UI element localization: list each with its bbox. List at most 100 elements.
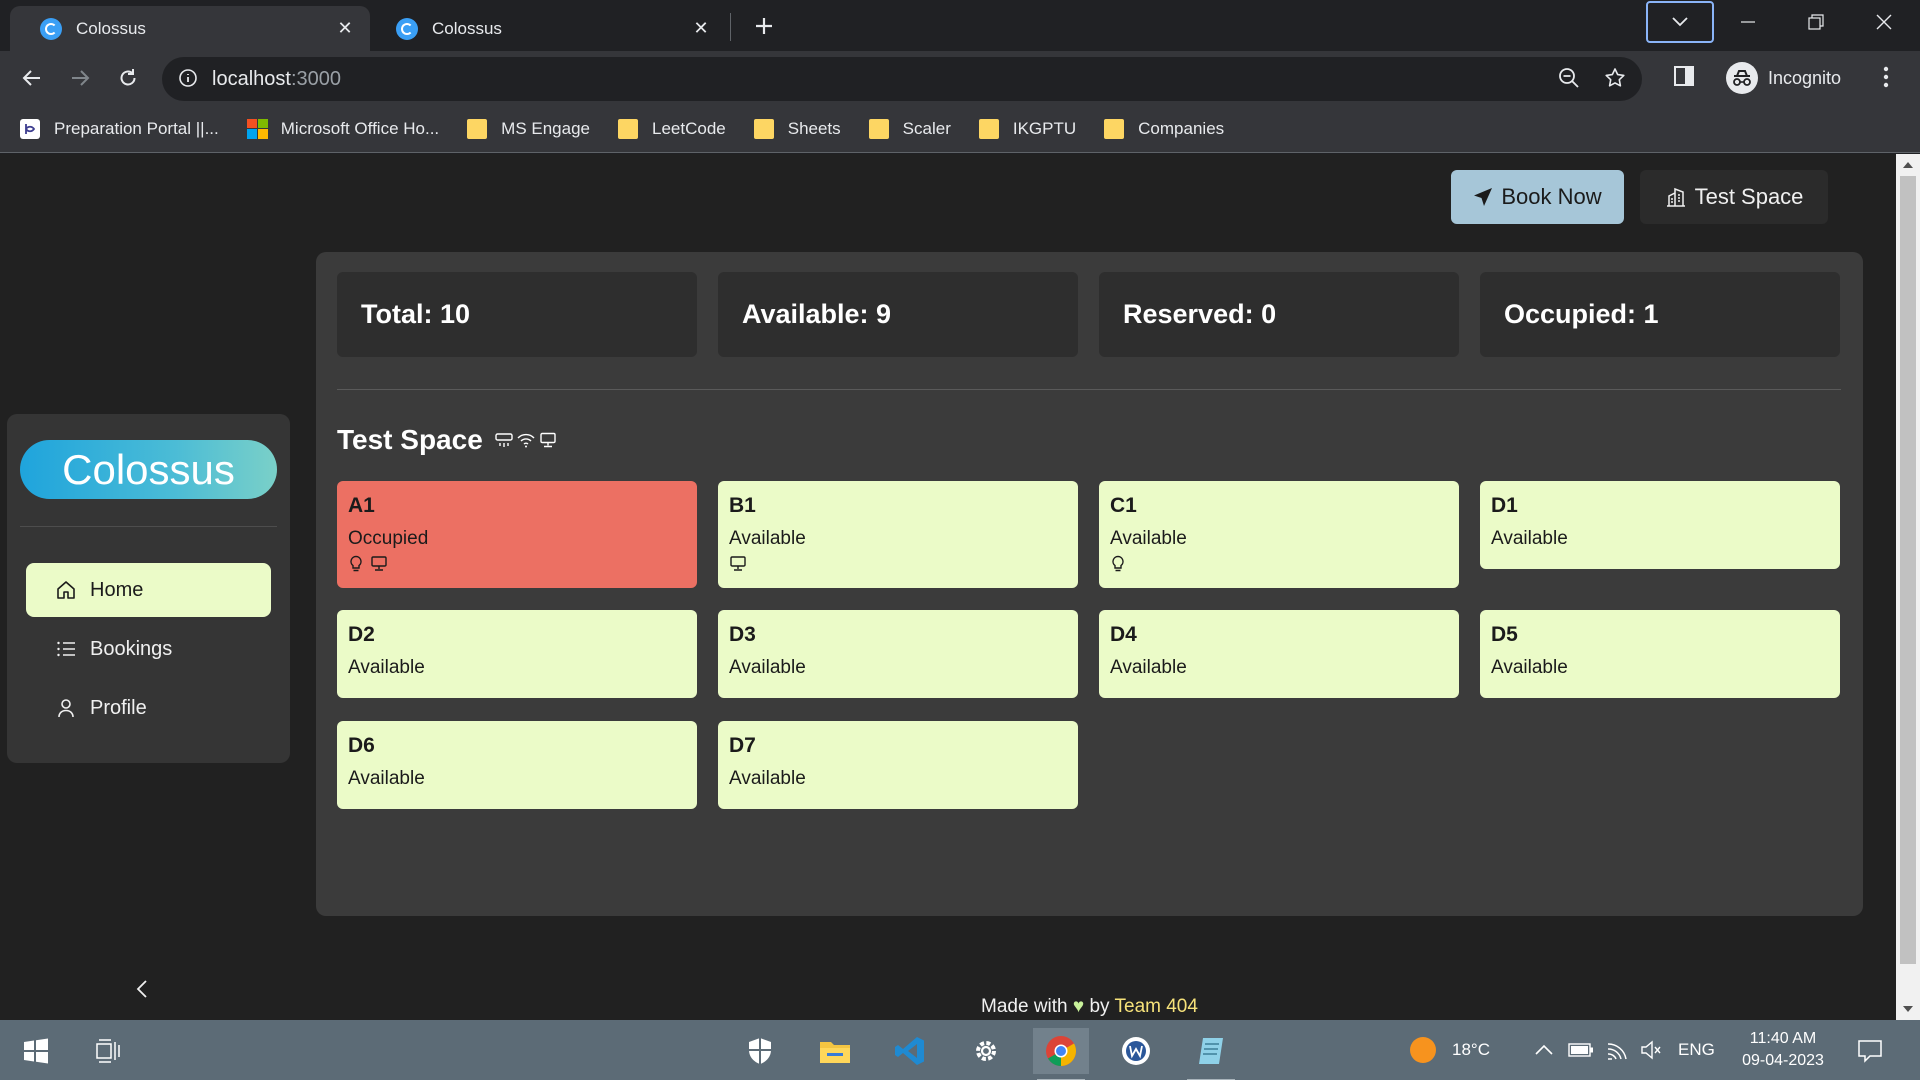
seat-name: D3: [729, 623, 756, 646]
forward-button[interactable]: [62, 60, 98, 96]
page-scrollbar[interactable]: [1896, 154, 1920, 1020]
list-icon: [57, 641, 75, 657]
word-circle-icon: [1122, 1037, 1150, 1065]
browser-chrome: Colossus ✕ Colossus ✕ localhost:3000 Inc…: [0, 0, 1920, 154]
sidebar-item-home[interactable]: Home: [26, 563, 271, 617]
bookmark-label: IKGPTU: [1012, 118, 1077, 138]
close-icon[interactable]: ✕: [690, 18, 712, 40]
task-view-button[interactable]: [80, 1028, 136, 1074]
bookmark-companies[interactable]: Companies: [1104, 118, 1224, 139]
sidebar-item-label: Bookings: [90, 637, 173, 660]
battery-icon[interactable]: [1568, 1042, 1594, 1058]
bookmark-microsoft-office[interactable]: Microsoft Office Ho...: [246, 118, 440, 139]
bookmark-leetcode[interactable]: LeetCode: [618, 118, 726, 139]
network-icon[interactable]: [1606, 1039, 1630, 1061]
taskbar-notes-app[interactable]: [1183, 1028, 1239, 1080]
seat-amenities: [348, 555, 697, 573]
footer-team-link[interactable]: Team 404: [1115, 996, 1198, 1017]
tab-separator: [730, 13, 731, 41]
taskbar-vscode[interactable]: [882, 1028, 938, 1074]
seat-card-d2[interactable]: D2 Available: [337, 610, 697, 698]
seat-status: Occupied: [348, 528, 429, 549]
back-button[interactable]: [14, 60, 50, 96]
arrow-right-icon: [72, 70, 90, 86]
wifi-icon: [517, 433, 535, 448]
seat-name: B1: [729, 494, 756, 517]
seat-card-b1[interactable]: B1 Available: [718, 481, 1078, 588]
scroll-down-arrow-icon[interactable]: [1903, 1006, 1913, 1012]
bookmark-preparation-portal[interactable]: Preparation Portal ||...: [20, 118, 219, 139]
input-language[interactable]: ENG: [1678, 1040, 1715, 1060]
bookmark-label: Microsoft Office Ho...: [280, 118, 440, 138]
sidebar-divider: [20, 526, 277, 527]
bookmark-scaler[interactable]: Scaler: [868, 118, 951, 139]
folder-icon: [820, 1042, 850, 1063]
side-panel-icon[interactable]: [1673, 65, 1695, 87]
test-space-button[interactable]: Test Space: [1640, 170, 1828, 224]
sidebar-item-profile[interactable]: Profile: [26, 681, 271, 735]
weather-temperature: 18°C: [1452, 1040, 1490, 1059]
seat-card-d6[interactable]: D6 Available: [337, 721, 697, 809]
sidebar: Colossus Home Bookings Profile: [7, 414, 290, 763]
volume-muted-icon[interactable]: [1640, 1040, 1662, 1060]
tab-search-button[interactable]: [1646, 1, 1714, 43]
restore-icon: [1808, 14, 1824, 30]
seat-card-d4[interactable]: D4 Available: [1099, 610, 1459, 698]
taskbar-settings[interactable]: [958, 1028, 1014, 1074]
seat-card-d5[interactable]: D5 Available: [1480, 610, 1840, 698]
seat-card-d3[interactable]: D3 Available: [718, 610, 1078, 698]
tab-colossus-1[interactable]: Colossus ✕: [10, 6, 370, 51]
seat-card-d7[interactable]: D7 Available: [718, 721, 1078, 809]
new-tab-button[interactable]: [748, 10, 780, 42]
reload-button[interactable]: [110, 60, 146, 96]
footer: Made with ♥ by Team 404: [0, 996, 1920, 1018]
clock-time: 11:40 AM: [1749, 1030, 1817, 1047]
seat-status: Available: [729, 528, 806, 549]
space-amenities: [495, 432, 561, 448]
seat-card-c1[interactable]: C1 Available: [1099, 481, 1459, 588]
bookmark-ms-engage[interactable]: MS Engage: [467, 118, 590, 139]
minimize-button[interactable]: [1720, 0, 1776, 44]
scrollbar-thumb[interactable]: [1900, 176, 1916, 964]
seat-status: Available: [1491, 657, 1568, 678]
zoom-icon[interactable]: [1558, 67, 1580, 89]
taskbar-clock[interactable]: 11:40 AM 09-04-2023: [1728, 1028, 1838, 1072]
chevron-up-icon[interactable]: [1534, 1043, 1554, 1057]
sidebar-item-bookings[interactable]: Bookings: [26, 622, 271, 676]
folder-icon: [868, 118, 889, 139]
weather-widget[interactable]: 18°C: [1408, 1020, 1490, 1080]
home-icon: [57, 581, 75, 599]
bookmark-star-icon[interactable]: [1604, 67, 1626, 89]
close-window-button[interactable]: [1856, 0, 1912, 44]
monitor-icon: [540, 432, 556, 448]
taskbar-word-app[interactable]: [1108, 1028, 1164, 1074]
seat-card-a1[interactable]: A1 Occupied: [337, 481, 697, 588]
taskbar-security-app[interactable]: [732, 1028, 788, 1074]
notification-center-button[interactable]: [1844, 1028, 1896, 1074]
shield-icon: [749, 1038, 771, 1064]
start-button[interactable]: [8, 1028, 64, 1074]
seat-card-d1[interactable]: D1 Available: [1480, 481, 1840, 569]
reload-icon: [120, 69, 136, 86]
scroll-up-arrow-icon[interactable]: [1903, 162, 1913, 168]
more-vert-icon[interactable]: [1874, 63, 1898, 91]
address-bar[interactable]: localhost:3000: [162, 57, 1642, 101]
app-logo[interactable]: Colossus: [20, 440, 277, 499]
taskbar-file-explorer[interactable]: [807, 1028, 863, 1074]
bookmark-label: Preparation Portal ||...: [54, 118, 219, 138]
seat-status: Available: [1110, 528, 1187, 549]
incognito-profile-button[interactable]: Incognito: [1722, 57, 1878, 99]
incognito-icon: [1726, 62, 1758, 94]
bookmark-sheets[interactable]: Sheets: [753, 118, 841, 139]
bookmark-ikgptu[interactable]: IKGPTU: [978, 118, 1077, 139]
clock-date: 09-04-2023: [1742, 1052, 1824, 1069]
footer-by: by: [1089, 996, 1110, 1017]
tab-colossus-2[interactable]: Colossus ✕: [366, 6, 726, 51]
book-now-button[interactable]: Book Now: [1451, 170, 1624, 224]
restore-button[interactable]: [1788, 0, 1844, 44]
seat-name: D7: [729, 734, 756, 757]
taskbar-chrome[interactable]: [1033, 1028, 1089, 1080]
info-icon[interactable]: [178, 68, 198, 88]
close-icon[interactable]: ✕: [334, 18, 356, 40]
folder-icon: [1104, 118, 1125, 139]
